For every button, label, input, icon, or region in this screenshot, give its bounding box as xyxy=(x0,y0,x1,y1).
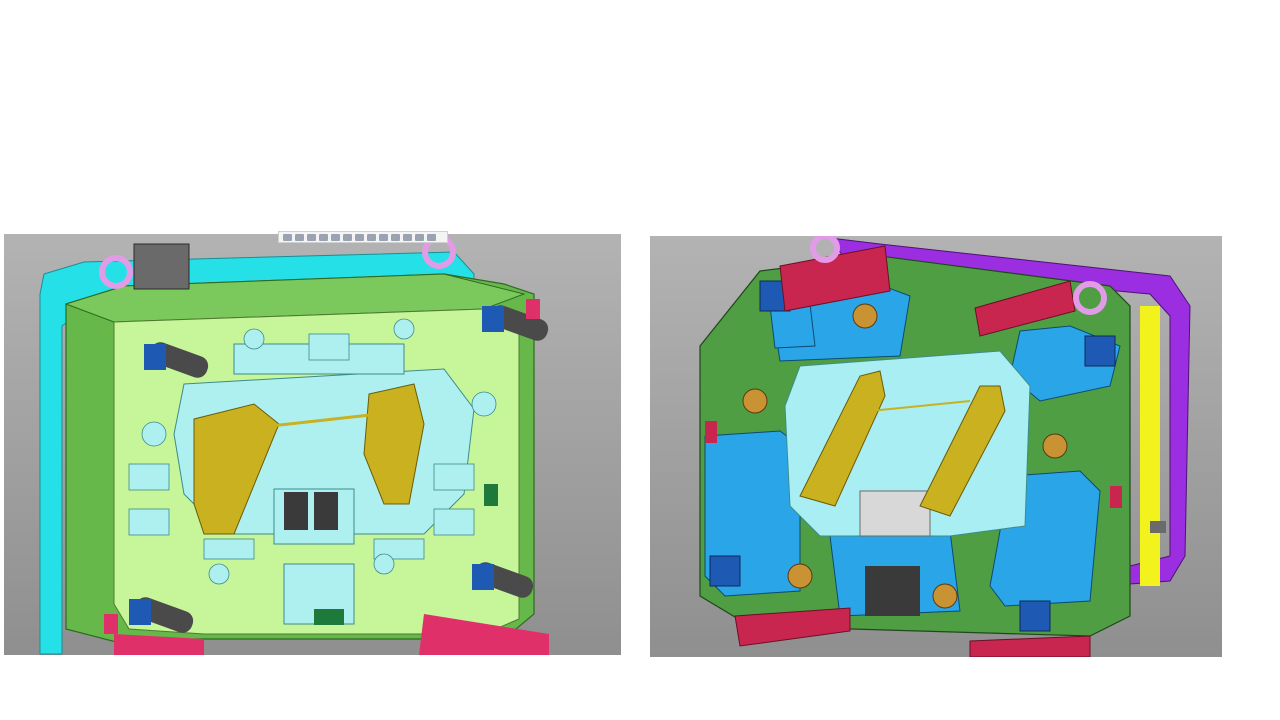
mold-left-svg xyxy=(4,234,621,655)
toolbar-tool-icon[interactable] xyxy=(427,233,436,241)
top-clamp xyxy=(133,243,190,290)
center-insert xyxy=(859,490,931,537)
connector-block xyxy=(314,609,344,625)
mold-right-svg xyxy=(650,236,1222,657)
toolbar-tool-icon[interactable] xyxy=(355,233,364,241)
pocket-right xyxy=(314,492,338,530)
toolbar-tool-icon[interactable] xyxy=(295,233,304,241)
toolbar-tool-icon[interactable] xyxy=(415,233,424,241)
side-fitting xyxy=(1150,521,1166,533)
toolbar-tool-icon[interactable] xyxy=(391,233,400,241)
mold-render-right xyxy=(650,236,1222,657)
toolbar-tool-icon[interactable] xyxy=(307,233,316,241)
side-stopper-left xyxy=(104,614,118,634)
side-stopper xyxy=(705,421,717,443)
center-pocket xyxy=(865,566,920,616)
toolbar-tool-icon[interactable] xyxy=(379,233,388,241)
toolbar-tool-icon[interactable] xyxy=(331,233,340,241)
accent-plate xyxy=(1140,306,1160,586)
toolbar-tool-icon[interactable] xyxy=(343,233,352,241)
toolbar-tool-icon[interactable] xyxy=(367,233,376,241)
cad-toolbar[interactable] xyxy=(278,231,448,243)
mold-render-left xyxy=(4,234,621,655)
toolbar-tool-icon[interactable] xyxy=(319,233,328,241)
side-stopper-right xyxy=(1110,486,1122,508)
toolbar-tool-icon[interactable] xyxy=(283,233,292,241)
side-stopper xyxy=(526,299,540,319)
pocket-left xyxy=(284,492,308,530)
toolbar-tool-icon[interactable] xyxy=(403,233,412,241)
side-connector xyxy=(484,484,498,506)
